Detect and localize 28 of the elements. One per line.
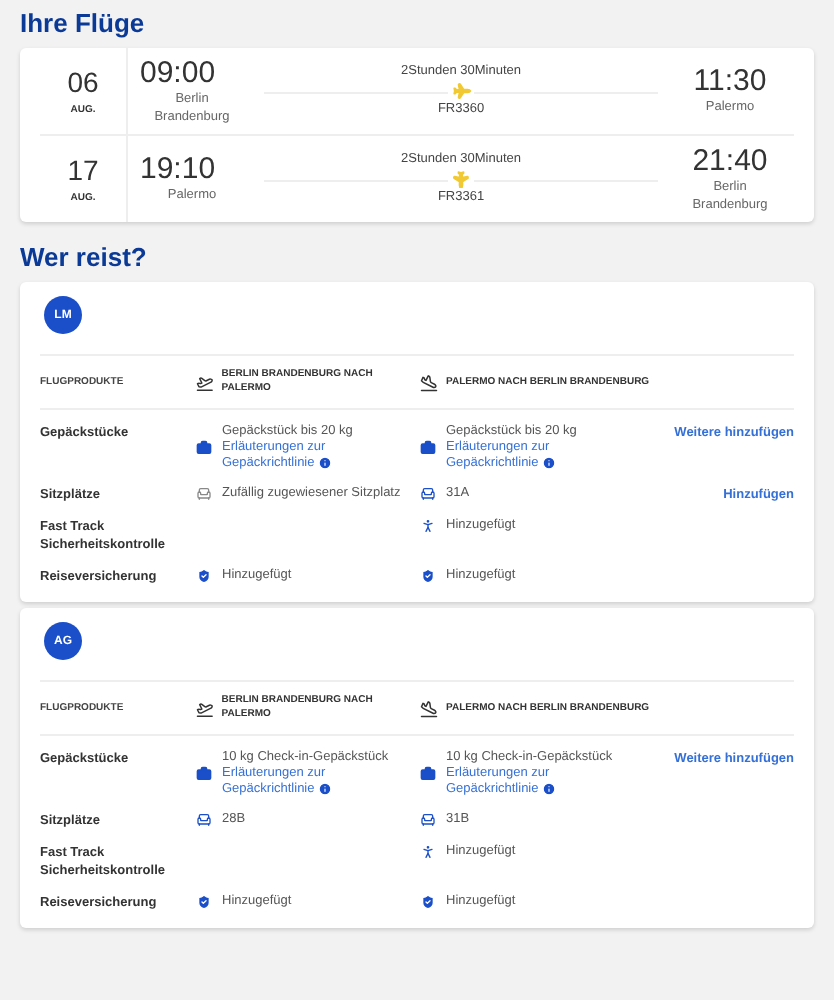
departure-time: 19:10: [140, 154, 216, 186]
suitcase-icon: [196, 766, 212, 783]
shield-icon: [196, 894, 212, 911]
date-day: 06: [67, 67, 99, 97]
suitcase-icon: [420, 766, 436, 783]
landing-icon: [420, 699, 438, 718]
shield-icon: [420, 568, 436, 585]
shield-icon: [196, 568, 212, 585]
departure-time: 09:00: [140, 57, 216, 89]
info-icon: [318, 456, 333, 470]
info-icon: [318, 782, 333, 797]
takeoff-icon: [196, 373, 214, 391]
section-title: Wer reist?: [20, 242, 149, 272]
section-title: Ihre Flüge: [20, 8, 147, 38]
person-icon: [420, 844, 436, 861]
plane-icon: [448, 166, 474, 192]
person-icon: [420, 518, 436, 535]
info-icon: [542, 782, 557, 797]
arrival-time: 21:40: [692, 145, 768, 177]
date-day: 17: [67, 155, 99, 185]
takeoff-icon: [196, 699, 214, 718]
suitcase-icon: [196, 440, 212, 457]
info-icon: [542, 456, 557, 470]
suitcase-icon: [420, 440, 436, 457]
plane-icon: [448, 78, 474, 104]
shield-icon: [420, 894, 436, 911]
arrival-time: 11:30: [693, 66, 767, 98]
landing-icon: [420, 373, 438, 391]
